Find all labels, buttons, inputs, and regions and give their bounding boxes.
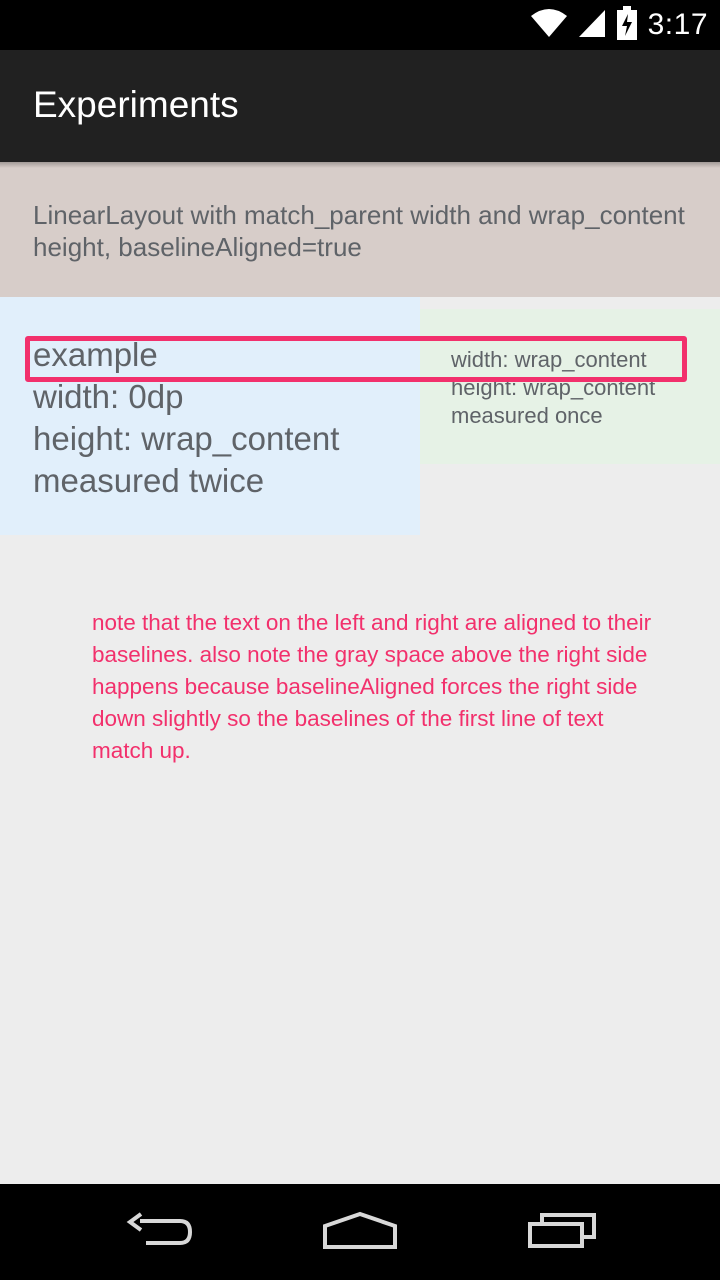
action-bar-shadow bbox=[0, 162, 720, 168]
right-column: width: wrap_content height: wrap_content… bbox=[420, 309, 720, 464]
screen: 3:17 Experiments LinearLayout with match… bbox=[0, 0, 720, 1280]
left-line-measured: measured twice bbox=[33, 462, 265, 499]
home-button[interactable] bbox=[310, 1202, 410, 1262]
left-line-width: width: 0dp bbox=[33, 378, 184, 415]
action-bar-title: Experiments bbox=[33, 84, 239, 125]
status-bar: 3:17 bbox=[0, 0, 720, 50]
recent-apps-button[interactable] bbox=[512, 1202, 612, 1262]
status-icons: 3:17 bbox=[530, 0, 708, 50]
description-text: LinearLayout with match_parent width and… bbox=[33, 200, 685, 262]
recent-apps-icon bbox=[526, 1210, 598, 1255]
battery-charging-icon bbox=[616, 5, 638, 45]
navigation-bar bbox=[0, 1184, 720, 1280]
status-time: 3:17 bbox=[647, 8, 708, 41]
left-column: example width: 0dp height: wrap_content … bbox=[0, 297, 420, 535]
signal-icon bbox=[578, 8, 606, 43]
back-icon bbox=[126, 1211, 194, 1253]
back-button[interactable] bbox=[110, 1202, 210, 1262]
right-line-measured: measured once bbox=[451, 403, 603, 428]
note-text: note that the text on the left and right… bbox=[92, 610, 652, 763]
wifi-icon bbox=[530, 8, 568, 43]
description-panel: LinearLayout with match_parent width and… bbox=[0, 162, 720, 297]
home-icon bbox=[322, 1210, 398, 1255]
action-bar: Experiments bbox=[0, 50, 720, 162]
left-line-height: height: wrap_content bbox=[33, 420, 340, 457]
baseline-highlight-box bbox=[25, 336, 687, 382]
